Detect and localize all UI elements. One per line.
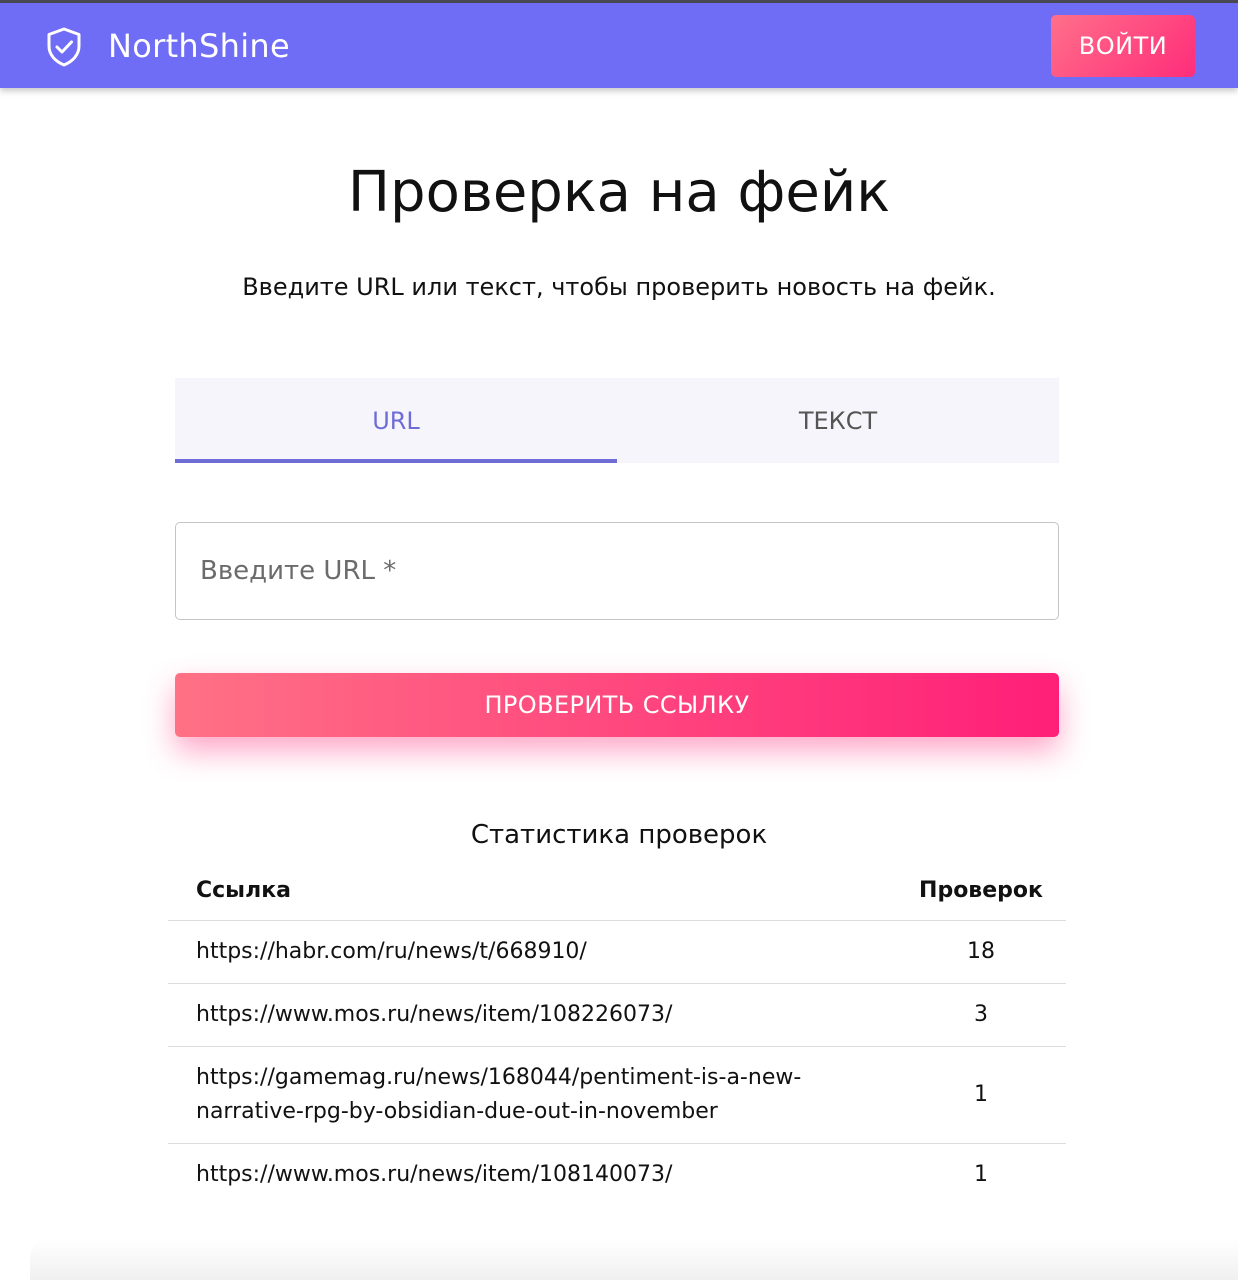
brand-name[interactable]: NorthShine <box>108 27 290 65</box>
app-header: NorthShine ВОЙТИ <box>0 3 1238 88</box>
table-row: https://www.mos.ru/news/item/108140073/ … <box>168 1143 1066 1206</box>
row-count: 1 <box>974 1161 988 1187</box>
login-button[interactable]: ВОЙТИ <box>1051 15 1195 77</box>
table-row: https://habr.com/ru/news/t/668910/ 18 <box>168 920 1066 984</box>
row-link: https://gamemag.ru/news/168044/pentiment… <box>168 1046 896 1144</box>
footer-shadow <box>30 1238 1238 1280</box>
input-mode-tabs: URL ТЕКСТ <box>175 378 1059 463</box>
page-title: Проверка на фейк <box>347 160 891 225</box>
row-count: 1 <box>896 1046 1066 1144</box>
row-count: 3 <box>896 983 1066 1047</box>
row-link: https://www.mos.ru/news/item/108226073/ <box>168 983 896 1047</box>
tab-url[interactable]: URL <box>175 378 617 463</box>
stats-title: Статистика проверок <box>470 820 768 850</box>
row-link: https://habr.com/ru/news/t/668910/ <box>168 920 896 984</box>
check-link-button[interactable]: ПРОВЕРИТЬ ССЫЛКУ <box>175 673 1059 737</box>
tab-text[interactable]: ТЕКСТ <box>617 378 1059 463</box>
page-subtitle: Введите URL или текст, чтобы проверить н… <box>242 273 996 301</box>
row-count: 18 <box>896 920 1066 984</box>
stats-table: Ссылка Проверок https://habr.com/ru/news… <box>168 862 1066 1206</box>
table-row: https://www.mos.ru/news/item/108226073/ … <box>168 983 1066 1047</box>
row-link: https://www.mos.ru/news/item/108140073/ <box>196 1161 673 1187</box>
table-header-row: Ссылка Проверок <box>168 862 1066 921</box>
column-header-link: Ссылка <box>168 862 896 921</box>
column-header-checks: Проверок <box>896 862 1066 921</box>
url-input[interactable] <box>175 522 1059 620</box>
table-row: https://gamemag.ru/news/168044/pentiment… <box>168 1046 1066 1144</box>
shield-check-icon <box>47 27 81 67</box>
